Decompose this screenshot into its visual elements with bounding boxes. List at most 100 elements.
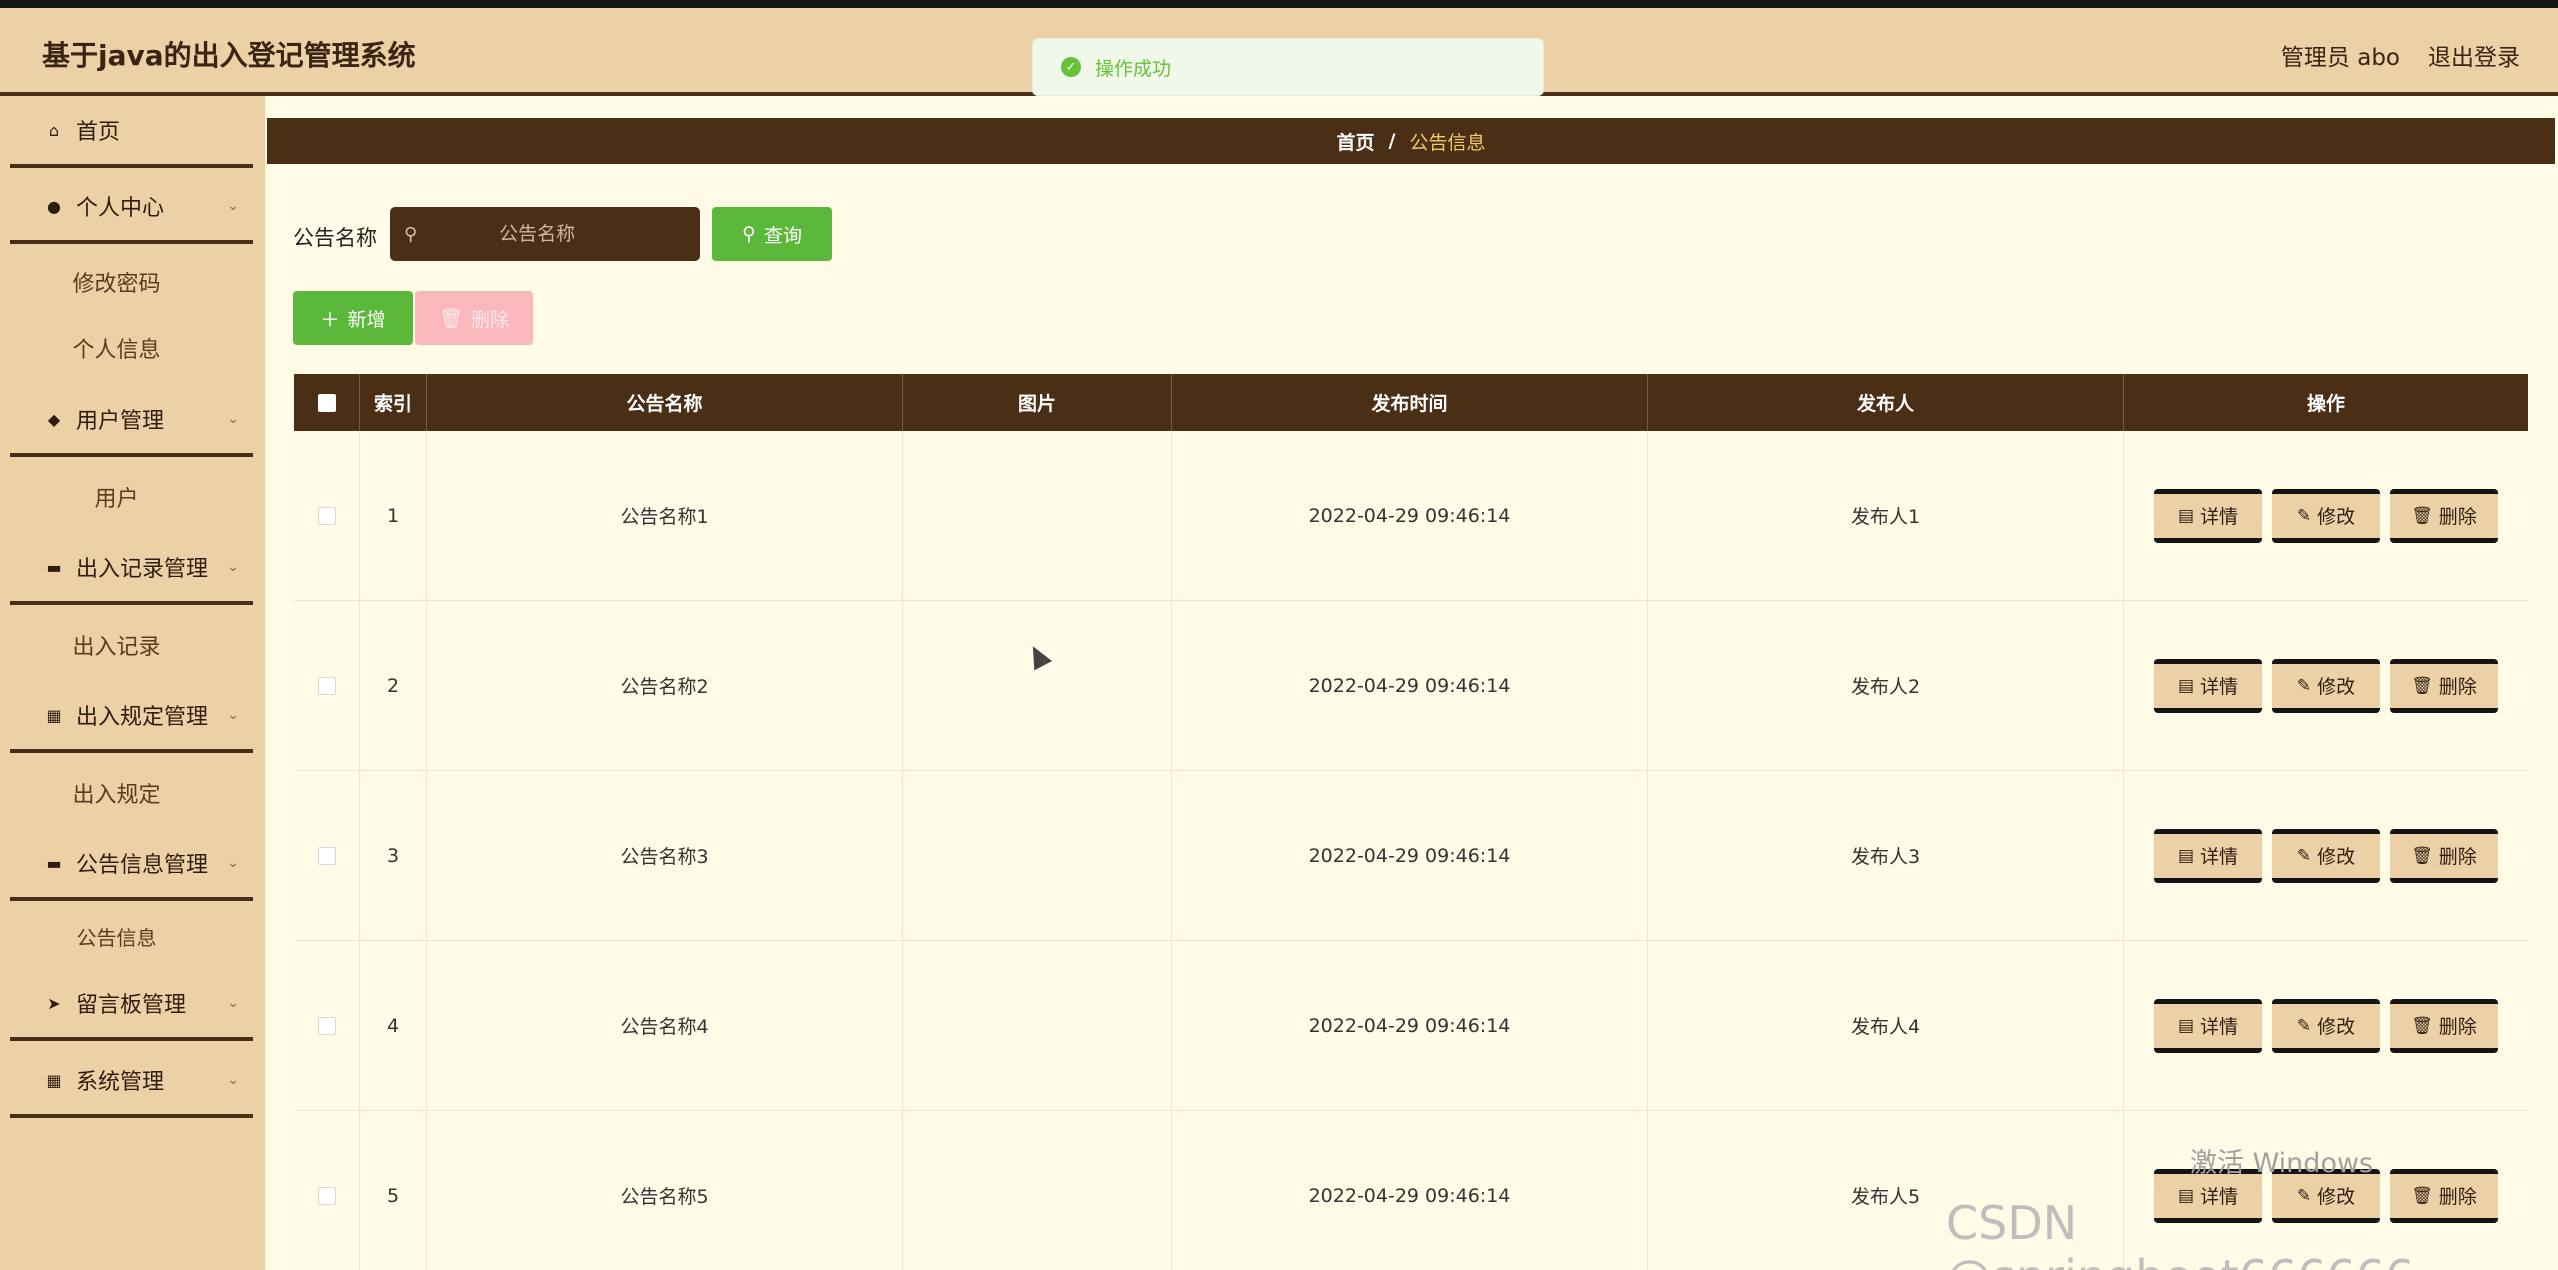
edit-button[interactable]: ✎ 修改	[2272, 658, 2380, 713]
search-icon: ⚲	[404, 223, 418, 245]
query-button[interactable]: ⚲ 查询	[712, 207, 832, 261]
select-all-checkbox[interactable]	[317, 393, 336, 412]
batch-delete-button-label: 删除	[471, 308, 510, 331]
sidebar-item-message-board-management[interactable]: ➤ 留言板管理 ⌄	[10, 969, 253, 1041]
edit-button[interactable]: ✎ 修改	[2272, 828, 2380, 883]
cell-name: 公告名称4	[427, 941, 903, 1110]
card-icon: ▬	[46, 853, 62, 873]
sidebar-item-label: 公告信息管理	[76, 853, 209, 878]
logout-link[interactable]: 退出登录	[2428, 38, 2520, 72]
breadcrumb: 首页 / 公告信息	[267, 118, 2555, 164]
column-header-time: 发布时间	[1172, 374, 1648, 431]
sidebar: ⌂ 首页 ● 个人中心 ⌄ 修改密码 个人信息 ◆ 用户管理 ⌄ 用户 ▬ 出入…	[0, 96, 265, 1270]
cell-time: 2022-04-29 09:46:14	[1172, 431, 1648, 600]
delete-button[interactable]: 🗑 删除	[2390, 658, 2498, 713]
search-input[interactable]	[417, 223, 658, 245]
plus-icon: ＋	[320, 308, 340, 331]
delete-button[interactable]: 🗑 删除	[2390, 488, 2498, 543]
cell-publisher: 发布人4	[1648, 941, 2124, 1110]
table-row: 2 公告名称2 2022-04-29 09:46:14 发布人2 ▤ 详情 ✎ 修改…	[294, 601, 2528, 771]
row-checkbox[interactable]	[317, 506, 336, 525]
sidebar-item-personal-center[interactable]: ● 个人中心 ⌄	[10, 172, 253, 244]
trash-icon: 🗑	[2411, 845, 2433, 866]
row-checkbox-cell	[294, 771, 360, 940]
detail-button[interactable]: ▤ 详情	[2154, 828, 2262, 883]
trash-icon: 🗑	[2411, 505, 2433, 526]
sidebar-item-access-records-management[interactable]: ▬ 出入记录管理 ⌄	[10, 533, 253, 605]
app-title: 基于java的出入登记管理系统	[42, 39, 416, 72]
cell-index: 2	[360, 601, 427, 770]
sidebar-item-home[interactable]: ⌂ 首页	[10, 96, 253, 168]
table-row: 1 公告名称1 2022-04-29 09:46:14 发布人1 ▤ 详情 ✎ 修改…	[294, 431, 2528, 601]
row-checkbox[interactable]	[317, 1186, 336, 1205]
row-checkbox-cell	[294, 1111, 360, 1270]
row-checkbox[interactable]	[317, 1016, 336, 1035]
cell-image	[903, 771, 1172, 940]
sidebar-item-notice-management[interactable]: ▬ 公告信息管理 ⌄	[10, 829, 253, 901]
sidebar-subitem-users[interactable]: 用户	[10, 467, 253, 527]
cell-name: 公告名称2	[427, 601, 903, 770]
add-button[interactable]: ＋ 新增	[293, 291, 413, 345]
check-circle-icon: ✓	[1061, 57, 1081, 77]
cell-image	[903, 601, 1172, 770]
row-checkbox[interactable]	[317, 676, 336, 695]
windows-activation-watermark: 激活 Windows	[2190, 1148, 2374, 1179]
delete-label: 删除	[2438, 846, 2477, 868]
sidebar-item-system-management[interactable]: ▦ 系统管理 ⌄	[10, 1046, 253, 1118]
detail-label: 详情	[2200, 506, 2239, 528]
sidebar-subitem-access-rules[interactable]: 出入规定	[10, 763, 253, 823]
detail-button[interactable]: ▤ 详情	[2154, 998, 2262, 1053]
chevron-down-icon: ⌄	[227, 559, 239, 575]
sidebar-item-label: 用户管理	[76, 409, 165, 434]
sidebar-subitem-notice-info[interactable]: 公告信息	[10, 906, 253, 966]
chevron-down-icon: ⌄	[227, 855, 239, 871]
chevron-down-icon: ⌄	[227, 1072, 239, 1088]
document-icon: ▤	[2177, 505, 2195, 526]
sidebar-subitem-personal-info[interactable]: 个人信息	[10, 318, 253, 378]
cell-index: 1	[360, 431, 427, 600]
edit-label: 修改	[2317, 1016, 2356, 1038]
edit-button[interactable]: ✎ 修改	[2272, 488, 2380, 543]
column-header-publisher: 发布人	[1648, 374, 2124, 431]
cell-name: 公告名称1	[427, 431, 903, 600]
trash-icon: 🗑	[438, 307, 464, 330]
toast-message: 操作成功	[1095, 57, 1172, 80]
search-icon: ⚲	[742, 223, 756, 245]
row-checkbox-cell	[294, 431, 360, 600]
batch-delete-button[interactable]: 🗑 删除	[415, 291, 533, 345]
trash-icon: 🗑	[2411, 1015, 2433, 1036]
cell-actions: ▤ 详情 ✎ 修改 🗑 删除	[2124, 771, 2528, 940]
sidebar-item-user-management[interactable]: ◆ 用户管理 ⌄	[10, 385, 253, 457]
query-button-label: 查询	[763, 224, 802, 247]
delete-label: 删除	[2438, 676, 2477, 698]
breadcrumb-home[interactable]: 首页	[1337, 128, 1375, 155]
detail-label: 详情	[2200, 676, 2239, 698]
detail-button[interactable]: ▤ 详情	[2154, 658, 2262, 713]
table-row: 3 公告名称3 2022-04-29 09:46:14 发布人3 ▤ 详情 ✎ 修改…	[294, 771, 2528, 941]
detail-button[interactable]: ▤ 详情	[2154, 488, 2262, 543]
row-checkbox-cell	[294, 941, 360, 1110]
notice-table: 索引 公告名称 图片 发布时间 发布人 操作 1 公告名称1 2022-04-2…	[294, 374, 2528, 1270]
trash-icon: 🗑	[2411, 675, 2433, 696]
row-checkbox[interactable]	[317, 846, 336, 865]
success-toast: ✓ 操作成功	[1032, 38, 1544, 96]
edit-button[interactable]: ✎ 修改	[2272, 998, 2380, 1053]
sidebar-subitem-change-password[interactable]: 修改密码	[10, 252, 253, 312]
sidebar-subitem-access-records[interactable]: 出入记录	[10, 615, 253, 675]
delete-label: 删除	[2438, 506, 2477, 528]
delete-button[interactable]: 🗑 删除	[2390, 998, 2498, 1053]
admin-label: 管理员 abo	[2280, 45, 2400, 71]
search-label: 公告名称	[293, 226, 377, 250]
edit-label: 修改	[2317, 676, 2356, 698]
sidebar-item-access-rules-management[interactable]: ▦ 出入规定管理 ⌄	[10, 681, 253, 753]
table-row: 4 公告名称4 2022-04-29 09:46:14 发布人4 ▤ 详情 ✎ 修改…	[294, 941, 2528, 1111]
cell-publisher: 发布人2	[1648, 601, 2124, 770]
chevron-down-icon: ⌄	[227, 995, 239, 1011]
cell-actions: ▤ 详情 ✎ 修改 🗑 删除	[2124, 601, 2528, 770]
cell-time: 2022-04-29 09:46:14	[1172, 941, 1648, 1110]
card-icon: ▬	[46, 557, 62, 577]
home-icon: ⌂	[48, 120, 60, 140]
edit-label: 修改	[2317, 846, 2356, 868]
pin-icon: ◆	[47, 409, 61, 429]
delete-button[interactable]: 🗑 删除	[2390, 828, 2498, 883]
